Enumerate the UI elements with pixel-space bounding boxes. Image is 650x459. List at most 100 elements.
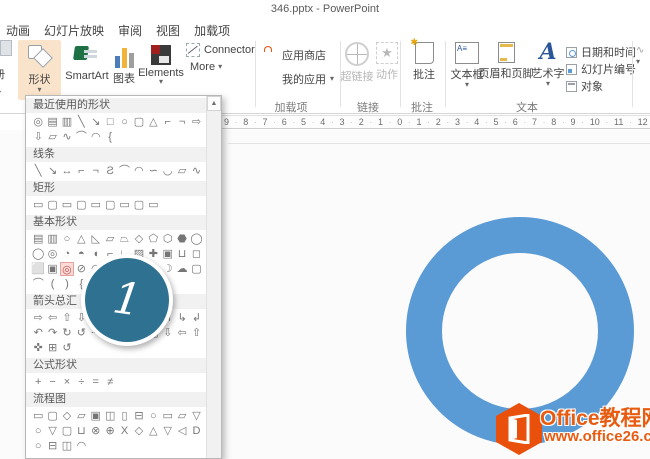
shape-item[interactable]: ≠ <box>103 375 117 389</box>
shape-item[interactable]: ▽ <box>189 409 203 423</box>
shape-item[interactable]: ▢ <box>60 424 74 438</box>
shape-item[interactable]: ⌒ <box>31 277 45 291</box>
shape-item[interactable]: ⇨ <box>189 115 203 129</box>
shape-item[interactable]: X <box>117 424 131 438</box>
shape-item[interactable]: ○ <box>60 232 74 246</box>
shape-item[interactable]: ◁ <box>175 424 189 438</box>
tab-review[interactable]: 审阅 <box>118 22 142 39</box>
shape-item[interactable]: × <box>60 375 74 389</box>
shape-item[interactable]: ⬜ <box>31 262 45 276</box>
shape-item[interactable]: ( <box>45 277 59 291</box>
tab-slideshow[interactable]: 幻灯片放映 <box>44 22 104 39</box>
shape-item[interactable]: ◻ <box>189 247 203 261</box>
shape-item[interactable]: ▣ <box>161 247 175 261</box>
slide-number-button[interactable]: 幻灯片编号 <box>566 61 636 77</box>
new-comment-button[interactable]: 批注 <box>406 42 442 82</box>
shape-item[interactable]: ▢ <box>74 198 88 212</box>
tab-animations[interactable]: 动画 <box>6 22 30 39</box>
shape-item[interactable]: { <box>103 130 117 144</box>
shape-item[interactable]: □ <box>103 115 117 129</box>
shape-item[interactable]: ○ <box>146 409 160 423</box>
tab-addins[interactable]: 加载项 <box>194 22 230 39</box>
tab-view[interactable]: 视图 <box>156 22 180 39</box>
shape-item[interactable]: ▱ <box>45 130 59 144</box>
shape-item[interactable]: ⊟ <box>45 439 59 453</box>
shape-item[interactable]: ◎ <box>45 247 59 261</box>
shape-item[interactable]: ▱ <box>74 409 88 423</box>
shape-item[interactable]: ⌐ <box>161 115 175 129</box>
shape-item[interactable]: ⬣ <box>175 232 189 246</box>
shape-item[interactable]: ⇧ <box>189 326 203 340</box>
shape-item[interactable]: ▢ <box>103 198 117 212</box>
shape-item[interactable]: ↔ <box>60 164 74 178</box>
shape-item[interactable]: ⌒ <box>117 164 131 178</box>
shape-item[interactable]: ⊔ <box>74 424 88 438</box>
shape-item[interactable]: ◫ <box>60 439 74 453</box>
shape-item[interactable]: ▣ <box>89 409 103 423</box>
shape-item[interactable]: ▢ <box>132 115 146 129</box>
shape-item[interactable]: ∽ <box>146 164 160 178</box>
shape-item[interactable]: ↘ <box>45 164 59 178</box>
shape-item[interactable]: ⏢ <box>117 232 131 246</box>
shape-item[interactable]: ◎ <box>31 115 45 129</box>
shape-item[interactable]: ⊘ <box>74 262 88 276</box>
object-button[interactable]: 对象 <box>566 78 603 94</box>
shape-item[interactable]: ▭ <box>31 198 45 212</box>
shape-item[interactable]: ⌒ <box>74 130 88 144</box>
shape-item[interactable]: ⬡ <box>161 232 175 246</box>
shape-item[interactable]: ▥ <box>60 115 74 129</box>
shape-item[interactable]: ◇ <box>60 409 74 423</box>
shape-item[interactable]: ¬ <box>175 115 189 129</box>
shape-item[interactable]: ▤ <box>45 115 59 129</box>
shape-item[interactable]: ↺ <box>74 326 88 340</box>
shape-item[interactable]: ▭ <box>31 409 45 423</box>
shape-item[interactable]: ▢ <box>45 409 59 423</box>
shape-item[interactable]: ∿ <box>189 164 203 178</box>
shape-item[interactable]: ◡ <box>161 164 175 178</box>
shape-item[interactable]: ◔ <box>60 247 74 261</box>
my-apps-button[interactable]: 我的应用 ▾ <box>262 71 334 87</box>
shape-item[interactable]: ▤ <box>31 232 45 246</box>
shape-item[interactable]: ◯ <box>189 232 203 246</box>
shape-item[interactable]: ◠ <box>89 130 103 144</box>
shape-item[interactable]: ◠ <box>74 439 88 453</box>
shape-item[interactable]: ↲ <box>189 311 203 325</box>
shape-item[interactable]: △ <box>146 424 160 438</box>
shape-item[interactable]: ÷ <box>74 375 88 389</box>
shape-item[interactable]: ╲ <box>74 115 88 129</box>
shape-item[interactable]: ↳ <box>175 311 189 325</box>
shape-item[interactable]: ▭ <box>146 198 160 212</box>
shape-item[interactable]: ▭ <box>60 198 74 212</box>
shape-item[interactable]: ▣ <box>45 262 59 276</box>
shape-item[interactable]: △ <box>74 232 88 246</box>
shape-item[interactable]: ▥ <box>45 232 59 246</box>
shape-item[interactable]: ▭ <box>117 198 131 212</box>
shape-item[interactable]: ○ <box>31 424 45 438</box>
shape-item[interactable]: ⌐ <box>74 164 88 178</box>
photo-album-button-partial[interactable]: 册 ▾ <box>0 40 12 100</box>
shape-item[interactable]: ▽ <box>161 424 175 438</box>
shape-item[interactable]: ▱ <box>175 409 189 423</box>
shape-item[interactable]: ⊗ <box>89 424 103 438</box>
shape-item[interactable]: ◇ <box>132 232 146 246</box>
shape-item[interactable]: Ƨ <box>103 164 117 178</box>
shape-item[interactable]: ) <box>60 277 74 291</box>
shape-item[interactable]: ↺ <box>60 341 74 355</box>
more-button[interactable]: More ▾ <box>190 61 222 73</box>
shape-item[interactable]: ↘ <box>89 115 103 129</box>
shape-item[interactable]: ▯ <box>117 409 131 423</box>
shape-item[interactable]: ▱ <box>103 232 117 246</box>
shape-item[interactable]: ↻ <box>60 326 74 340</box>
panel-scrollbar[interactable]: ▲ <box>206 96 221 458</box>
shape-item[interactable]: ◠ <box>132 164 146 178</box>
shape-item[interactable]: + <box>31 375 45 389</box>
shapes-button[interactable]: 形状 ▾ <box>18 40 61 100</box>
shape-item[interactable]: ⊕ <box>103 424 117 438</box>
shape-item[interactable]: ◓ <box>74 247 88 261</box>
shape-item[interactable]: ☁ <box>175 262 189 276</box>
shape-item[interactable]: ⇨ <box>31 311 45 325</box>
shape-item[interactable]: ◺ <box>89 232 103 246</box>
shape-item[interactable]: − <box>45 375 59 389</box>
connector-button[interactable]: Connector <box>186 43 255 57</box>
shape-item[interactable]: ⇩ <box>31 130 45 144</box>
